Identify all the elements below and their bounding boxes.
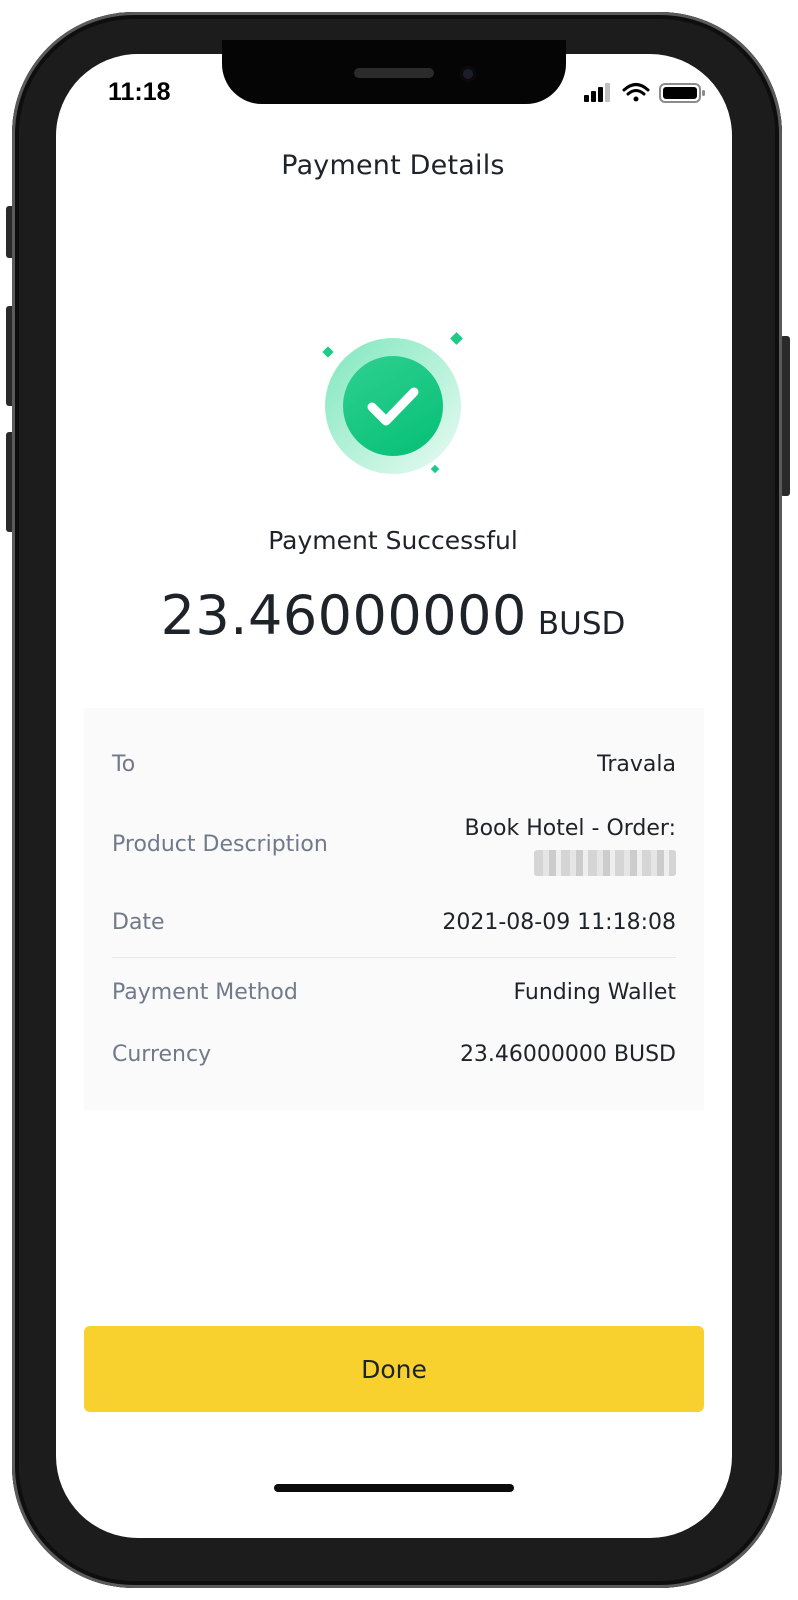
date-label: Date [112,910,165,935]
page-title: Payment Details [281,150,505,181]
payment-status-title: Payment Successful [268,526,518,555]
product-description-value: Book Hotel - Order: [464,816,677,841]
currency-label: Currency [112,1042,212,1067]
currency-value: 23.46000000 BUSD [459,1042,676,1067]
done-button[interactable]: Done [84,1326,704,1412]
amount-value: 23.46000000 [160,584,527,647]
sparkle-icon [450,332,463,345]
sparkle-icon [430,464,440,474]
device-frame-stage: 11:18 Payment Details Payment Successful… [0,0,798,1600]
cellular-signal-icon [584,83,610,102]
payment-method-label: Payment Method [112,980,298,1005]
details-divider [112,957,676,958]
payment-details-card: To Travala Product Description Book Hote… [84,708,704,1110]
earpiece-speaker [354,68,434,78]
status-time: 11:18 [108,78,171,106]
payment-method-value: Funding Wallet [513,980,676,1005]
sparkle-icon [322,346,334,358]
wifi-icon [622,83,650,102]
check-circle-icon [322,332,463,474]
amount-unit: BUSD [537,606,626,642]
redacted-order-number [534,850,676,876]
front-camera [460,66,476,82]
to-value: Travala [597,752,676,777]
payment-amount: 23.46000000 BUSD [90,584,696,647]
home-indicator[interactable] [274,1484,514,1492]
product-description-label: Product Description [112,832,328,857]
to-label: To [112,752,136,777]
date-value: 2021-08-09 11:18:08 [442,910,676,935]
status-icons [584,83,705,103]
battery-icon [659,83,705,103]
